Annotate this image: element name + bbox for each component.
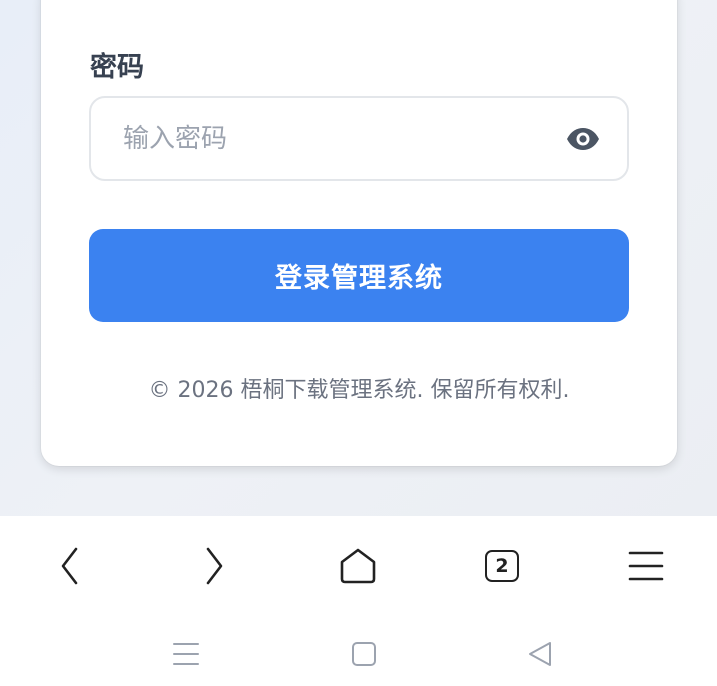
copyright-footer: © 2026 梧桐下载管理系统. 保留所有权利.	[148, 378, 570, 403]
back-triangle-icon[interactable]	[515, 634, 565, 674]
browser-toolbar: 2	[0, 516, 717, 616]
chevron-left-icon[interactable]	[40, 538, 100, 594]
recents-icon[interactable]	[161, 634, 211, 674]
system-navigation-bar	[0, 616, 717, 686]
tabs-icon[interactable]: 2	[472, 538, 532, 594]
chevron-right-icon[interactable]	[184, 538, 244, 594]
tab-count-badge: 2	[485, 550, 519, 582]
login-card: 密码 登录管理系统 © 2026 梧桐下载管理系统. 保留所有权利.	[41, 0, 677, 466]
show-password-icon[interactable]	[565, 122, 601, 156]
menu-icon[interactable]	[616, 538, 676, 594]
login-button[interactable]: 登录管理系统	[89, 229, 629, 322]
password-field-container	[89, 96, 629, 181]
password-label: 密码	[90, 52, 144, 83]
home-icon[interactable]	[328, 538, 388, 594]
home-square-icon[interactable]	[339, 634, 389, 674]
password-input[interactable]	[123, 116, 543, 162]
